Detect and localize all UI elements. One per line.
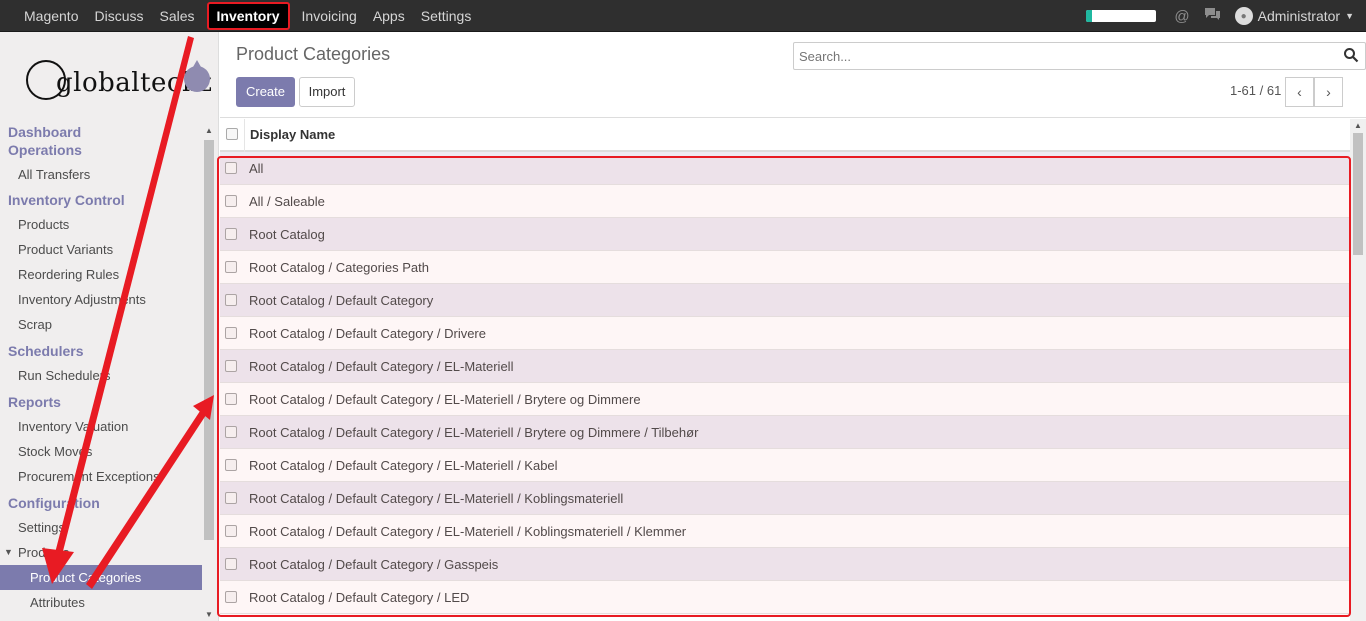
systray: @ ● Administrator ▼ [1086,0,1354,32]
import-button[interactable]: Import [299,77,355,107]
sidebar-item-products[interactable]: Products [0,212,202,237]
search-box [793,42,1366,70]
sidebar-item-reordering-rules[interactable]: Reordering Rules [0,262,202,287]
nav-inventory[interactable]: Inventory [206,2,290,30]
sidebar-section-dashboard-operations[interactable]: Dashboard Operations [0,123,100,159]
sidebar-item-settings[interactable]: Settings [0,515,202,540]
sidebar-section-reports: Reports [8,394,61,410]
sidebar-section-configuration: Configuration [8,495,100,511]
sidebar-item-run-schedulers[interactable]: Run Schedulers [0,363,202,388]
page-title: Product Categories [236,44,391,64]
sidebar-item-stock-moves[interactable]: Stock Moves [0,439,202,464]
company-logo[interactable]: globalteckz [26,58,212,104]
sidebar-section-schedulers: Schedulers [8,343,84,359]
pager-next-button[interactable]: › [1314,77,1343,107]
caret-down-icon[interactable]: ▼ [4,540,13,565]
scroll-up-icon[interactable]: ▲ [205,126,213,135]
nav-invoicing[interactable]: Invoicing [294,0,365,32]
select-all-checkbox[interactable] [226,128,238,140]
control-panel: Product Categories Create Import 1-61 / … [220,32,1366,118]
pager-value[interactable]: 1-61 / 61 [1230,83,1281,98]
sidebar-item-all-transfers[interactable]: All Transfers [0,162,202,187]
sidebar-item-attributes[interactable]: Attributes [0,590,202,615]
list-scrollbar[interactable]: ▲ [1350,119,1366,621]
chat-icon[interactable] [1204,7,1221,25]
sidebar-menu: Dashboard Operations All Transfers Inven… [0,122,202,615]
nav-apps[interactable]: Apps [365,0,413,32]
pager-previous-button[interactable]: ‹ [1285,77,1314,107]
search-icon[interactable] [1343,47,1359,63]
header-divider [244,119,245,152]
at-mention-icon[interactable]: @ [1174,8,1189,25]
sidebar-item-product-categories[interactable]: Product Categories [0,565,202,590]
scroll-thumb[interactable] [1353,133,1363,255]
progress-fill [1086,10,1092,22]
user-avatar[interactable]: ● [1234,7,1253,25]
sidebar-item-inventory-valuation[interactable]: Inventory Valuation [0,414,202,439]
sidebar-item-label: Products [18,545,70,560]
sidebar-item-product-variants[interactable]: Product Variants [0,237,202,262]
table-header: Display Name [220,119,1350,152]
sidebar-item-scrap[interactable]: Scrap [0,312,202,337]
nav-discuss[interactable]: Discuss [86,0,151,32]
scroll-down-icon[interactable]: ▼ [205,610,213,619]
annotation-highlight-box [217,156,1351,617]
chevron-down-icon[interactable]: ▼ [1345,11,1354,21]
scroll-up-icon[interactable]: ▲ [1354,121,1362,130]
nav-magento[interactable]: Magento [16,0,86,32]
search-input[interactable] [799,46,1319,66]
user-menu-label[interactable]: Administrator [1258,8,1340,24]
app-menu: Magento Discuss Sales Inventory Invoicin… [16,0,479,32]
create-button[interactable]: Create [236,77,295,107]
sidebar-item-inventory-adjustments[interactable]: Inventory Adjustments [0,287,202,312]
sidebar-section-inventory-control: Inventory Control [8,192,125,208]
column-header-display-name[interactable]: Display Name [250,127,335,142]
nav-settings[interactable]: Settings [413,0,480,32]
top-navbar: Magento Discuss Sales Inventory Invoicin… [0,0,1366,32]
scroll-thumb[interactable] [204,140,214,540]
sidebar-scrollbar[interactable]: ▲ ▼ [203,124,215,621]
drop-icon [184,60,210,92]
loading-progress-bar [1086,10,1157,22]
sidebar-item-products-config[interactable]: ▼ Products [0,540,202,565]
nav-sales[interactable]: Sales [152,0,203,32]
sidebar: globalteckz Dashboard Operations All Tra… [0,32,219,621]
sidebar-item-procurement-exceptions[interactable]: Procurement Exceptions [0,464,202,489]
